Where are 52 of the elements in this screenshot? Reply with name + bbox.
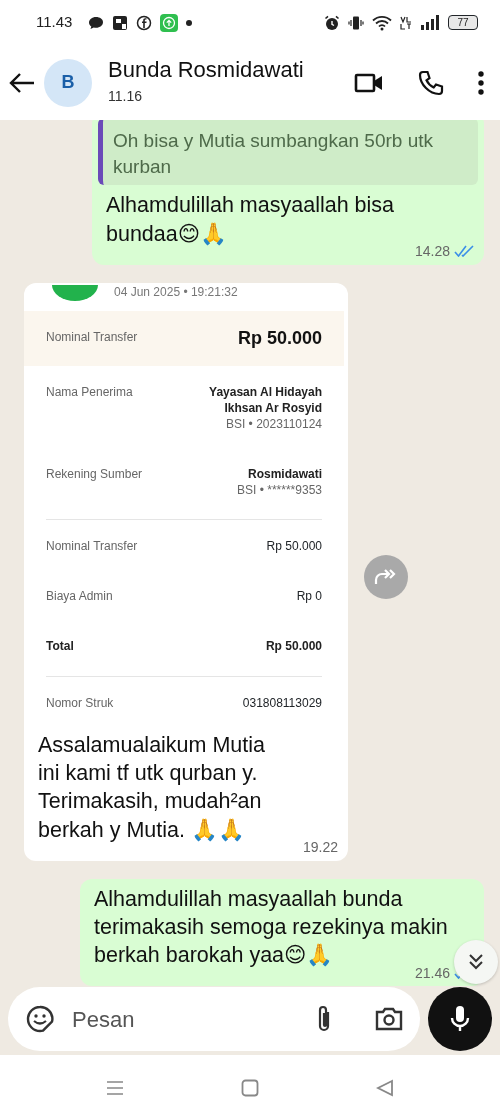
volte-icon — [400, 14, 412, 31]
receipt-value: Ikhsan Ar Rosyid — [224, 401, 322, 417]
scroll-down-button[interactable] — [454, 940, 498, 985]
message-text: Assalamualaikum Mutia ini kami tf utk qurban y. Terimakasih, mudah²an berkah y Mutia. 🙏🙏 — [38, 731, 267, 844]
receipt-value: Yayasan Al Hidayah — [209, 385, 322, 402]
logo-icon — [52, 284, 98, 301]
alarm-icon — [324, 14, 340, 31]
receipt-label: Rekening Sumber — [46, 466, 143, 483]
signal-icon — [420, 15, 440, 30]
battery-icon: 77 — [448, 15, 478, 30]
contact-name[interactable]: Bunda Rosmidawati — [108, 57, 304, 83]
last-seen-time: 11.16 — [108, 87, 143, 107]
upload-icon — [160, 13, 179, 32]
chevrons-down-icon — [468, 953, 484, 972]
message-time: 14.28 — [414, 242, 450, 261]
receipt-value: BSI • ******9353 — [237, 482, 322, 499]
more-options-icon[interactable] — [478, 70, 484, 95]
receipt-label: Nama Penerima — [46, 385, 133, 402]
status-time: 11.43 — [36, 12, 73, 33]
vibrate-icon — [348, 14, 364, 31]
receipt-label: Nomor Struk — [46, 695, 114, 712]
home-icon[interactable] — [241, 1078, 259, 1097]
video-call-icon[interactable] — [354, 71, 384, 94]
receipt-value: BSI • 2023110124 — [225, 416, 322, 433]
microphone-icon — [450, 1005, 470, 1033]
receipt-value: Rp 0 — [296, 589, 322, 606]
camera-icon[interactable] — [374, 1006, 404, 1032]
wifi-icon — [372, 14, 392, 31]
receipt-label: Total — [46, 639, 74, 655]
receipt-label: Biaya Admin — [46, 589, 113, 606]
sticker-icon — [26, 1005, 54, 1033]
receipt-value: Rosmidawati — [248, 466, 322, 483]
message-time: 19.22 — [302, 838, 338, 857]
message-field[interactable]: Pesan — [8, 987, 420, 1051]
dot-icon — [186, 19, 193, 26]
facebook-icon — [136, 14, 153, 31]
phone-icon[interactable] — [418, 69, 444, 96]
app-icon — [112, 14, 129, 31]
receipt-label: Nominal Transfer — [46, 330, 138, 347]
chat-icon — [88, 15, 105, 30]
receipt-value: 031808113029 — [242, 695, 322, 712]
receipt-value: Rp 50.000 — [265, 639, 322, 655]
back-icon[interactable] — [8, 70, 36, 95]
forward-icon — [374, 567, 398, 586]
quoted-message[interactable]: Oh bisa y Mutia sumbangkan 50rb utk kurban — [98, 120, 478, 186]
transaction-date: 04 Jun 2025 • 19:21:32 — [114, 284, 238, 301]
message-input[interactable]: Pesan — [70, 1001, 298, 1037]
receipt-value: Rp 50.000 — [237, 326, 322, 350]
receipt-value: Rp 50.000 — [266, 539, 322, 556]
contact-avatar: B — [44, 58, 92, 107]
message-text: Alhamdulillah masyaallah bisa bundaa😊🙏 — [106, 192, 395, 248]
receipt-label: Nominal Transfer — [46, 539, 138, 556]
